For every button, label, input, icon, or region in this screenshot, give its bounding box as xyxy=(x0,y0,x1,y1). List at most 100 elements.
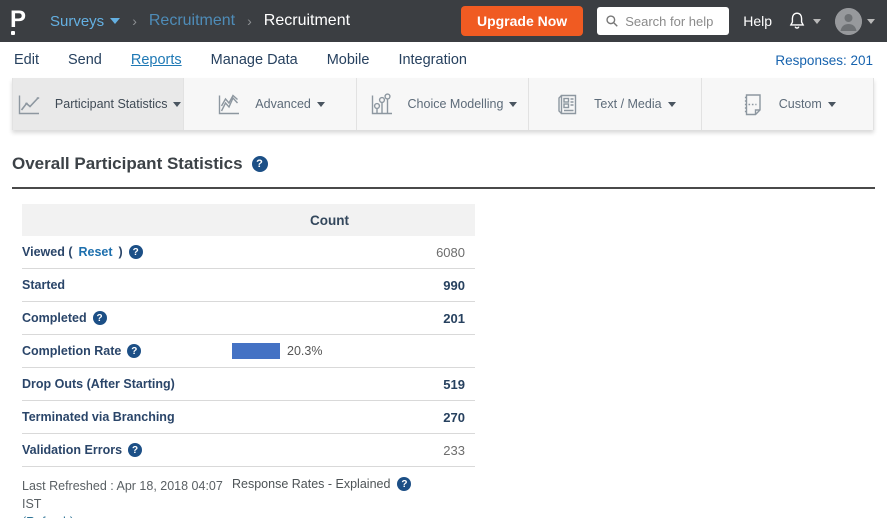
chevron-down-icon xyxy=(110,18,120,24)
count-column-header: Count xyxy=(310,213,349,228)
report-button-custom[interactable]: Custom xyxy=(702,78,874,130)
stats-table-rows: Viewed (Reset)?6080Started990Completed?2… xyxy=(22,236,475,467)
logo-letter: P xyxy=(10,6,26,33)
row-label-text: Completion Rate xyxy=(22,344,121,358)
chevron-down-icon xyxy=(317,102,325,107)
report-button-label: Participant Statistics xyxy=(55,97,168,111)
reset-link[interactable]: Reset xyxy=(78,245,112,259)
row-label-text: ) xyxy=(119,245,123,259)
row-label: Terminated via Branching xyxy=(22,410,232,424)
questionpro-logo-icon[interactable]: P xyxy=(10,7,34,35)
tab-reports[interactable]: Reports xyxy=(131,52,182,68)
header-actions: Upgrade Now Help xyxy=(461,6,875,36)
response-rates-label: Response Rates - Explained xyxy=(232,477,390,491)
surveys-dropdown[interactable]: Surveys xyxy=(50,13,120,30)
help-icon[interactable]: ? xyxy=(128,443,142,457)
row-label: Drop Outs (After Starting) xyxy=(22,377,232,391)
help-icon[interactable]: ? xyxy=(252,156,268,172)
newspaper-icon xyxy=(554,91,581,118)
row-label-text: Viewed ( xyxy=(22,245,72,259)
table-row: Completion Rate? 20.3% xyxy=(22,335,475,368)
page-icon xyxy=(739,91,766,118)
tab-manage-data[interactable]: Manage Data xyxy=(211,52,298,68)
page-title: Overall Participant Statistics xyxy=(12,154,243,174)
row-label: Completed? xyxy=(22,311,232,325)
help-icon[interactable]: ? xyxy=(129,245,143,259)
row-count-value: 201 xyxy=(232,311,475,326)
help-link[interactable]: Help xyxy=(743,13,772,29)
chevron-down-icon xyxy=(828,102,836,107)
tab-mobile[interactable]: Mobile xyxy=(327,52,370,68)
survey-tabs-row: Edit Send Reports Manage Data Mobile Integrat… xyxy=(0,42,887,78)
responses-count[interactable]: Responses: 201 xyxy=(775,53,873,68)
row-label: Started xyxy=(22,278,232,292)
help-icon[interactable]: ? xyxy=(93,311,107,325)
row-label: Completion Rate? xyxy=(22,344,232,358)
tab-edit[interactable]: Edit xyxy=(14,52,39,68)
account-menu[interactable] xyxy=(835,8,875,35)
chevron-down-icon xyxy=(867,19,875,24)
completion-rate-bar xyxy=(232,343,280,359)
breadcrumb-parent[interactable]: Recruitment xyxy=(149,12,235,30)
row-label-text: Completed xyxy=(22,311,87,325)
chevron-down-icon xyxy=(509,102,517,107)
chevron-down-icon xyxy=(668,102,676,107)
report-button-label: Text / Media xyxy=(594,97,661,111)
bell-icon xyxy=(786,10,808,32)
table-row: Drop Outs (After Starting) 519 xyxy=(22,368,475,401)
line-chart-icon xyxy=(15,91,42,118)
app-window: P Surveys › Recruitment › Recruitment Up… xyxy=(0,0,887,518)
upgrade-now-button[interactable]: Upgrade Now xyxy=(461,6,583,36)
row-count-value: 990 xyxy=(232,278,475,293)
chevron-down-icon xyxy=(813,19,821,24)
response-rates-block: Response Rates - Explained ? xyxy=(232,477,411,491)
table-row: Started 990 xyxy=(22,269,475,302)
avatar xyxy=(835,8,862,35)
tab-send[interactable]: Send xyxy=(68,52,102,68)
row-label-text: Terminated via Branching xyxy=(22,410,175,424)
participant-stats-table: Count Viewed (Reset)?6080Started990Compl… xyxy=(22,204,475,467)
divider xyxy=(12,187,875,189)
notifications-menu[interactable] xyxy=(786,10,821,32)
row-label: Validation Errors? xyxy=(22,443,232,457)
completion-rate-cell: 20.3% xyxy=(232,343,475,359)
report-toolbar: Participant Statistics Advanced Choice Mod… xyxy=(12,78,874,130)
help-icon[interactable]: ? xyxy=(397,477,411,491)
report-button-choice-modelling[interactable]: Choice Modelling xyxy=(357,78,529,130)
top-header: P Surveys › Recruitment › Recruitment Up… xyxy=(0,0,887,42)
report-button-label: Choice Modelling xyxy=(408,97,504,111)
survey-tabs: Edit Send Reports Manage Data Mobile Integrat… xyxy=(14,52,467,68)
report-button-advanced[interactable]: Advanced xyxy=(184,78,356,130)
table-footer: Last Refreshed : Apr 18, 2018 04:07 IST … xyxy=(22,477,887,518)
last-refreshed-block: Last Refreshed : Apr 18, 2018 04:07 IST … xyxy=(22,477,232,518)
row-count-value: 519 xyxy=(232,377,475,392)
table-row: Terminated via Branching 270 xyxy=(22,401,475,434)
help-icon[interactable]: ? xyxy=(127,344,141,358)
bubble-chart-icon xyxy=(368,91,395,118)
search-icon xyxy=(605,14,619,28)
report-button-participant-statistics[interactable]: Participant Statistics xyxy=(12,78,184,130)
tab-integration[interactable]: Integration xyxy=(398,52,467,68)
row-label-text: Drop Outs (After Starting) xyxy=(22,377,175,391)
report-button-text-media[interactable]: Text / Media xyxy=(529,78,701,130)
last-refreshed-text: Last Refreshed : Apr 18, 2018 04:07 IST xyxy=(22,479,223,511)
surveys-label: Surveys xyxy=(50,13,104,30)
trend-chart-icon xyxy=(215,91,242,118)
breadcrumb-separator: › xyxy=(247,13,252,29)
chevron-down-icon xyxy=(173,102,181,107)
help-search-box[interactable] xyxy=(597,7,729,35)
table-header-row: Count xyxy=(22,204,475,236)
completion-rate-value: 20.3% xyxy=(287,344,322,358)
row-label-text: Started xyxy=(22,278,65,292)
main-content: Overall Participant Statistics ? Count V… xyxy=(0,154,887,518)
row-count-value: 270 xyxy=(232,410,475,425)
table-row: Validation Errors?233 xyxy=(22,434,475,467)
report-button-label: Advanced xyxy=(255,97,311,111)
row-label: Viewed ( Reset)? xyxy=(22,245,232,259)
table-row: Viewed (Reset)?6080 xyxy=(22,236,475,269)
breadcrumb-separator: › xyxy=(132,13,137,29)
table-row: Completed?201 xyxy=(22,302,475,335)
logo-dot xyxy=(11,31,15,35)
report-button-label: Custom xyxy=(779,97,822,111)
search-input[interactable] xyxy=(625,14,721,29)
